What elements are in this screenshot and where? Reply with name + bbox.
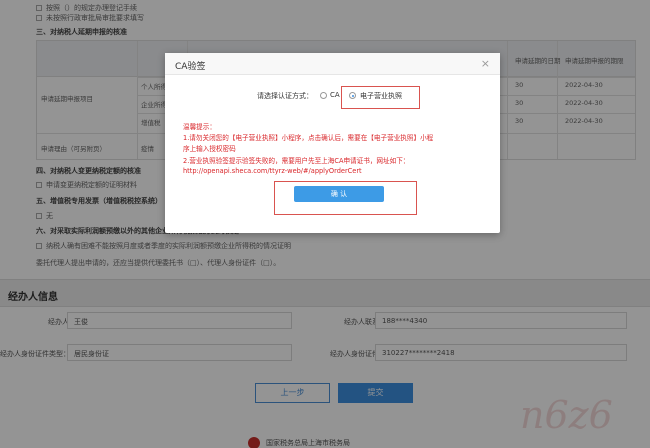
dialog-title: CA验签 xyxy=(175,62,206,72)
ca-verify-dialog: CA验签 × 请选择认证方式： CA 电子营业执照 温馨提示： 1.请勿关闭您的… xyxy=(165,53,500,233)
close-icon[interactable]: × xyxy=(481,57,490,70)
warn-title: 温馨提示： xyxy=(183,123,216,131)
radio-ca-label: CA xyxy=(330,91,340,99)
warn-line: 2.营业执照验签提示验签失败的，需要用户先至上海CA申请证书，网址如下： xyxy=(183,157,410,165)
warn-line: 序上输入授权密码 xyxy=(183,145,236,153)
radio-license[interactable] xyxy=(349,92,356,99)
radio-license-label: 电子营业执照 xyxy=(360,92,402,100)
radio-ca[interactable] xyxy=(320,92,327,99)
confirm-button[interactable]: 确 认 xyxy=(294,186,384,202)
auth-method-label: 请选择认证方式： xyxy=(257,92,313,100)
warn-url[interactable]: http://openapi.sheca.com/ttyrz-web/#/app… xyxy=(183,167,362,175)
warn-line: 1.请勿关闭您的【电子营业执照】小程序，点击确认后，需要在【电子营业执照】小程 xyxy=(183,134,434,142)
dialog-header: CA验签 × xyxy=(165,53,500,75)
